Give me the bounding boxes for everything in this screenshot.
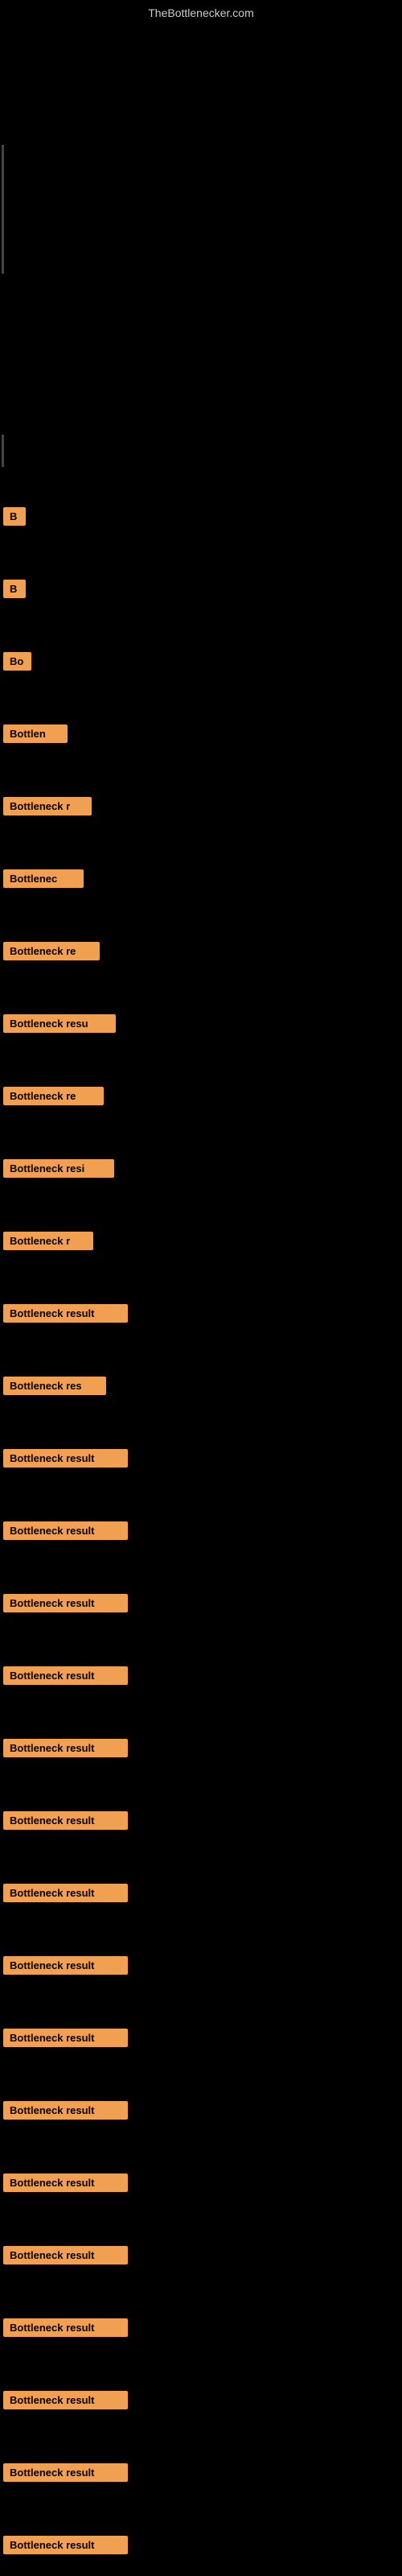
bottleneck-item-4[interactable]: Bottleneck r [3, 797, 92, 815]
bottleneck-item-11[interactable]: Bottleneck result [3, 1304, 128, 1323]
site-title: TheBottlenecker.com [148, 6, 254, 19]
bottleneck-item-23[interactable]: Bottleneck result [3, 2174, 128, 2192]
bottleneck-item-6[interactable]: Bottleneck re [3, 942, 100, 960]
bottleneck-item-15[interactable]: Bottleneck result [3, 1594, 128, 1612]
bottleneck-item-3[interactable]: Bottlen [3, 724, 68, 743]
bottleneck-item-21[interactable]: Bottleneck result [3, 2029, 128, 2047]
bottleneck-item-17[interactable]: Bottleneck result [3, 1739, 128, 1757]
bottleneck-item-19[interactable]: Bottleneck result [3, 1884, 128, 1902]
bottleneck-item-10[interactable]: Bottleneck r [3, 1232, 93, 1250]
bottleneck-item-5[interactable]: Bottlenec [3, 869, 84, 888]
bottleneck-item-12[interactable]: Bottleneck res [3, 1377, 106, 1395]
bottleneck-item-2[interactable]: Bo [3, 652, 31, 671]
bottleneck-item-14[interactable]: Bottleneck result [3, 1521, 128, 1540]
bottleneck-item-1[interactable]: B [3, 580, 26, 598]
bottleneck-item-25[interactable]: Bottleneck result [3, 2318, 128, 2337]
bottleneck-item-22[interactable]: Bottleneck result [3, 2101, 128, 2120]
bottleneck-item-13[interactable]: Bottleneck result [3, 1449, 128, 1468]
bottleneck-item-7[interactable]: Bottleneck resu [3, 1014, 116, 1033]
bottleneck-item-27[interactable]: Bottleneck result [3, 2463, 128, 2482]
bottleneck-item-16[interactable]: Bottleneck result [3, 1666, 128, 1685]
bottleneck-item-28[interactable]: Bottleneck result [3, 2536, 128, 2554]
left-bar-top [2, 145, 4, 274]
bottleneck-item-26[interactable]: Bottleneck result [3, 2391, 128, 2409]
left-bar-mid [2, 435, 4, 467]
bottleneck-item-20[interactable]: Bottleneck result [3, 1956, 128, 1975]
bottleneck-item-9[interactable]: Bottleneck resi [3, 1159, 114, 1178]
bottleneck-item-18[interactable]: Bottleneck result [3, 1811, 128, 1830]
bottleneck-item-0[interactable]: B [3, 507, 26, 526]
bottleneck-item-8[interactable]: Bottleneck re [3, 1087, 104, 1105]
bottleneck-item-24[interactable]: Bottleneck result [3, 2246, 128, 2264]
